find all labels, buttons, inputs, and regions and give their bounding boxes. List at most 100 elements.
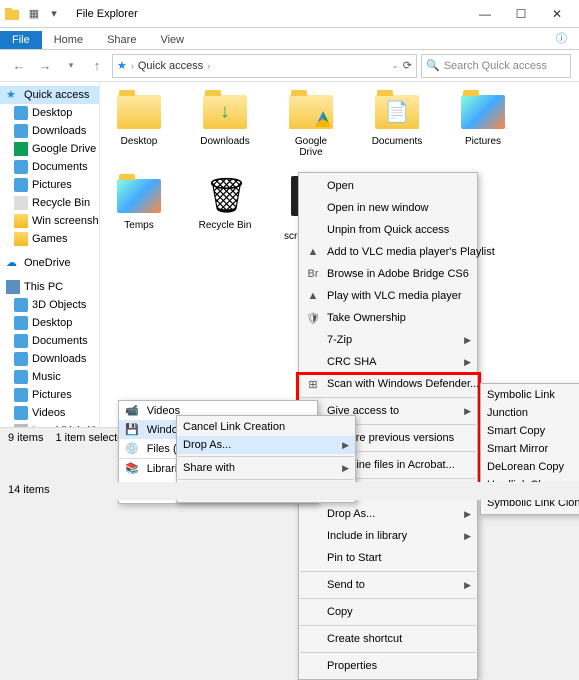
chevron-right-icon: ▶ (464, 509, 471, 520)
item-label: Downloads (200, 136, 249, 147)
folder-icon (115, 92, 163, 132)
quick-access-star-icon: ★ (117, 59, 127, 72)
recycle-icon (14, 196, 28, 210)
sidebar-item-music[interactable]: Music (0, 368, 99, 386)
onedrive-icon: ☁ (6, 256, 20, 270)
tab-view[interactable]: View (148, 31, 196, 49)
folder-icon: ↓ (201, 92, 249, 132)
qat-new-folder-icon[interactable]: ▾ (46, 6, 62, 22)
sec-ctx-drop-as[interactable]: Drop As...▶ (177, 436, 355, 454)
desktop-icon (14, 316, 28, 330)
file-item-temps[interactable]: Temps (110, 176, 168, 242)
chevron-right-icon: ▶ (464, 406, 471, 417)
ctx-send-to[interactable]: Send to▶ (299, 574, 477, 596)
ctx-7zip[interactable]: 7-Zip▶ (299, 329, 477, 351)
chevron-right-icon[interactable]: › (131, 61, 134, 71)
back-button[interactable]: ← (8, 55, 30, 77)
dropas-junction[interactable]: Junction (481, 404, 579, 422)
dropas-smart-mirror[interactable]: Smart Mirror (481, 440, 579, 458)
chevron-right-icon: ▶ (464, 580, 471, 591)
ctx-copy[interactable]: Copy (299, 601, 477, 623)
ctx-crc-sha[interactable]: CRC SHA▶ (299, 351, 477, 373)
file-item-documents[interactable]: 📄 Documents (368, 92, 426, 158)
ctx-open-new-window[interactable]: Open in new window (299, 197, 477, 219)
pictures-icon (14, 178, 28, 192)
sidebar-item-desktop2[interactable]: Desktop (0, 314, 99, 332)
ctx-create-shortcut[interactable]: Create shortcut (299, 628, 477, 650)
navigation-pane: ★Quick access Desktop Downloads Google D… (0, 82, 100, 427)
sec-ctx-cancel-link[interactable]: Cancel Link Creation (177, 418, 355, 436)
file-item-downloads[interactable]: ↓ Downloads (196, 92, 254, 158)
ctx-drop-as[interactable]: Drop As...▶ (299, 503, 477, 525)
file-item-google-drive[interactable]: Google Drive (282, 92, 340, 158)
sidebar-this-pc[interactable]: This PC (0, 278, 99, 296)
ctx-adobe-bridge[interactable]: BrBrowse in Adobe Bridge CS6 (299, 263, 477, 285)
dropas-delorean-copy[interactable]: DeLorean Copy (481, 458, 579, 476)
documents-icon (14, 160, 28, 174)
folder-icon: 📄 (373, 92, 421, 132)
chevron-right-icon[interactable]: › (207, 61, 210, 71)
sidebar-item-localdisk[interactable]: Local Disk (C:) (0, 422, 99, 427)
ctx-vlc-playlist[interactable]: ▲Add to VLC media player's Playlist (299, 241, 477, 263)
file-item-recycle-bin[interactable]: 🗑Recycle Bin (196, 176, 254, 242)
music-icon (14, 370, 28, 384)
ctx-properties[interactable]: Properties (299, 655, 477, 677)
drive-icon: 💾 (125, 423, 139, 436)
sidebar-item-desktop[interactable]: Desktop (0, 104, 99, 122)
star-icon: ★ (6, 88, 20, 102)
refresh-icon[interactable]: ⟳ (403, 59, 412, 72)
ctx-include-library[interactable]: Include in library▶ (299, 525, 477, 547)
sec-ctx-share-with[interactable]: Share with▶ (177, 459, 355, 477)
breadcrumb[interactable]: ★ › Quick access › ⌄ ⟳ (112, 54, 417, 78)
ctx-defender[interactable]: ⊞Scan with Windows Defender... (299, 373, 477, 395)
dropas-symbolic-link[interactable]: Symbolic Link (481, 386, 579, 404)
sidebar-item-downloads[interactable]: Downloads (0, 122, 99, 140)
sidebar-item-games[interactable]: Games (0, 230, 99, 248)
maximize-button[interactable]: ☐ (503, 0, 539, 28)
address-dropdown-icon[interactable]: ⌄ (391, 60, 399, 71)
sidebar-item-recycle[interactable]: Recycle Bin (0, 194, 99, 212)
search-input[interactable]: 🔍 Search Quick access (421, 54, 571, 78)
tab-home[interactable]: Home (42, 31, 95, 49)
search-icon: 🔍 (426, 59, 440, 72)
sidebar-item-documents[interactable]: Documents (0, 158, 99, 176)
file-item-pictures[interactable]: Pictures (454, 92, 512, 158)
dropas-smart-copy[interactable]: Smart Copy (481, 422, 579, 440)
sidebar-item-3d[interactable]: 3D Objects (0, 296, 99, 314)
minimize-button[interactable]: — (467, 0, 503, 28)
vlc-icon: ▲ (305, 244, 321, 260)
libraries-icon: 📚 (125, 462, 139, 475)
file-item-desktop[interactable]: Desktop (110, 92, 168, 158)
close-button[interactable]: ✕ (539, 0, 575, 28)
sidebar-item-videos[interactable]: Videos (0, 404, 99, 422)
ctx-take-ownership[interactable]: 🛡Take Ownership (299, 307, 477, 329)
folder-icon (287, 92, 335, 132)
tab-share[interactable]: Share (95, 31, 148, 49)
sidebar-item-winscreensh[interactable]: Win screensh (0, 212, 99, 230)
sidebar-item-documents2[interactable]: Documents (0, 332, 99, 350)
item-label: Documents (372, 136, 423, 147)
ctx-vlc-play[interactable]: ▲Play with VLC media player (299, 285, 477, 307)
ctx-pin-start[interactable]: Pin to Start (299, 547, 477, 569)
qat-properties-icon[interactable]: ▦ (26, 6, 42, 22)
pc-icon (6, 280, 20, 294)
sidebar-item-pictures2[interactable]: Pictures (0, 386, 99, 404)
up-button[interactable]: ↑ (86, 55, 108, 77)
ribbon: File Home Share View ⓘ (0, 28, 579, 50)
ctx-open[interactable]: Open (299, 175, 477, 197)
address-bar: ← → ▾ ↑ ★ › Quick access › ⌄ ⟳ 🔍 Search … (0, 50, 579, 82)
sidebar-onedrive[interactable]: ☁OneDrive (0, 254, 99, 272)
recent-dropdown[interactable]: ▾ (60, 55, 82, 77)
sidebar-item-gdrive[interactable]: Google Drive (0, 140, 99, 158)
sidebar-item-downloads2[interactable]: Downloads (0, 350, 99, 368)
downloads-icon (14, 124, 28, 138)
sidebar-item-pictures[interactable]: Pictures (0, 176, 99, 194)
ctx-unpin[interactable]: Unpin from Quick access (299, 219, 477, 241)
title-bar: ▦ ▾ File Explorer — ☐ ✕ (0, 0, 579, 28)
file-tab[interactable]: File (0, 31, 42, 49)
sidebar-quick-access[interactable]: ★Quick access (0, 86, 99, 104)
breadcrumb-root[interactable]: Quick access (138, 60, 203, 72)
ribbon-help-icon[interactable]: ⓘ (544, 27, 579, 49)
forward-button[interactable]: → (34, 55, 56, 77)
gdrive-icon (14, 142, 28, 156)
